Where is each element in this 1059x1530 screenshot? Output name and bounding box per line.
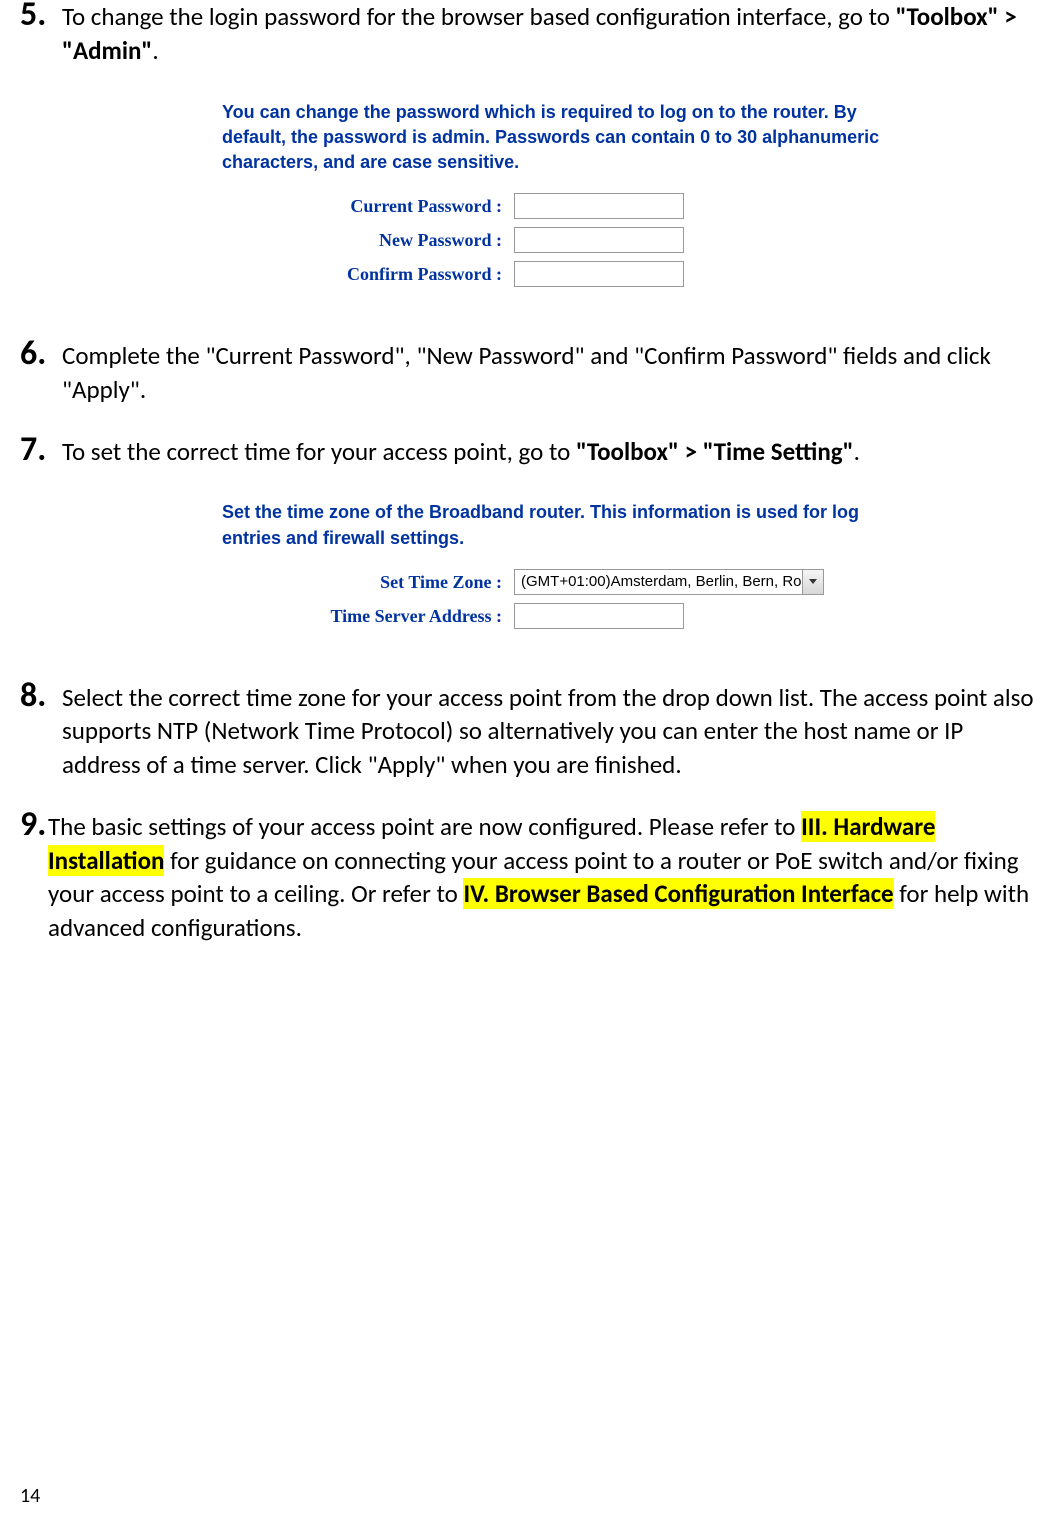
step-text: Select the correct time zone for your ac…: [62, 682, 1034, 781]
step-text: To change the login password for the bro…: [62, 1, 1017, 66]
step-number: 7.: [20, 427, 46, 473]
xref-browser-config: IV. Browser Based Configuration Interfac…: [463, 878, 893, 909]
step-8: 8. Select the correct time zone for your…: [20, 681, 1039, 782]
timeserver-input[interactable]: [514, 603, 684, 629]
new-password-row: New Password :: [222, 227, 922, 253]
step-text: The basic settings of your access point …: [48, 811, 1029, 943]
step-number: 8.: [20, 673, 46, 719]
timezone-select[interactable]: (GMT+01:00)Amsterdam, Berlin, Bern, Rome: [514, 569, 824, 595]
new-password-input[interactable]: [514, 227, 684, 253]
step-6: 6. Complete the "Current Password", "New…: [20, 339, 1039, 407]
timezone-value: (GMT+01:00)Amsterdam, Berlin, Bern, Rome: [515, 572, 802, 592]
timeserver-row: Time Server Address :: [222, 603, 922, 629]
step-7: 7. To set the correct time for your acce…: [20, 435, 1039, 653]
confirm-password-input[interactable]: [514, 261, 684, 287]
step-9: 9. The basic settings of your access poi…: [20, 810, 1039, 945]
page-number: 14: [20, 1483, 40, 1510]
timezone-row: Set Time Zone : (GMT+01:00)Amsterdam, Be…: [222, 569, 922, 595]
timezone-figure: Set the time zone of the Broadband route…: [202, 490, 942, 652]
current-password-row: Current Password :: [222, 193, 922, 219]
chevron-down-icon[interactable]: [802, 570, 823, 594]
confirm-password-label: Confirm Password :: [222, 262, 514, 286]
menu-path: "Toolbox" > "Time Setting": [576, 436, 854, 467]
step-5: 5. To change the login password for the …: [20, 0, 1039, 311]
password-blurb: You can change the password which is req…: [222, 100, 922, 176]
confirm-password-row: Confirm Password :: [222, 261, 922, 287]
step-number: 5.: [20, 0, 46, 38]
current-password-input[interactable]: [514, 193, 684, 219]
timezone-blurb: Set the time zone of the Broadband route…: [222, 500, 922, 550]
step-number: 6.: [20, 331, 46, 377]
password-figure: You can change the password which is req…: [202, 90, 942, 312]
timeserver-label: Time Server Address :: [222, 604, 514, 628]
current-password-label: Current Password :: [222, 194, 514, 218]
new-password-label: New Password :: [222, 228, 514, 252]
step-text: To set the correct time for your access …: [62, 436, 860, 467]
step-text: Complete the "Current Password", "New Pa…: [62, 340, 991, 405]
timezone-label: Set Time Zone :: [222, 570, 514, 594]
step-number: 9.: [20, 802, 46, 848]
